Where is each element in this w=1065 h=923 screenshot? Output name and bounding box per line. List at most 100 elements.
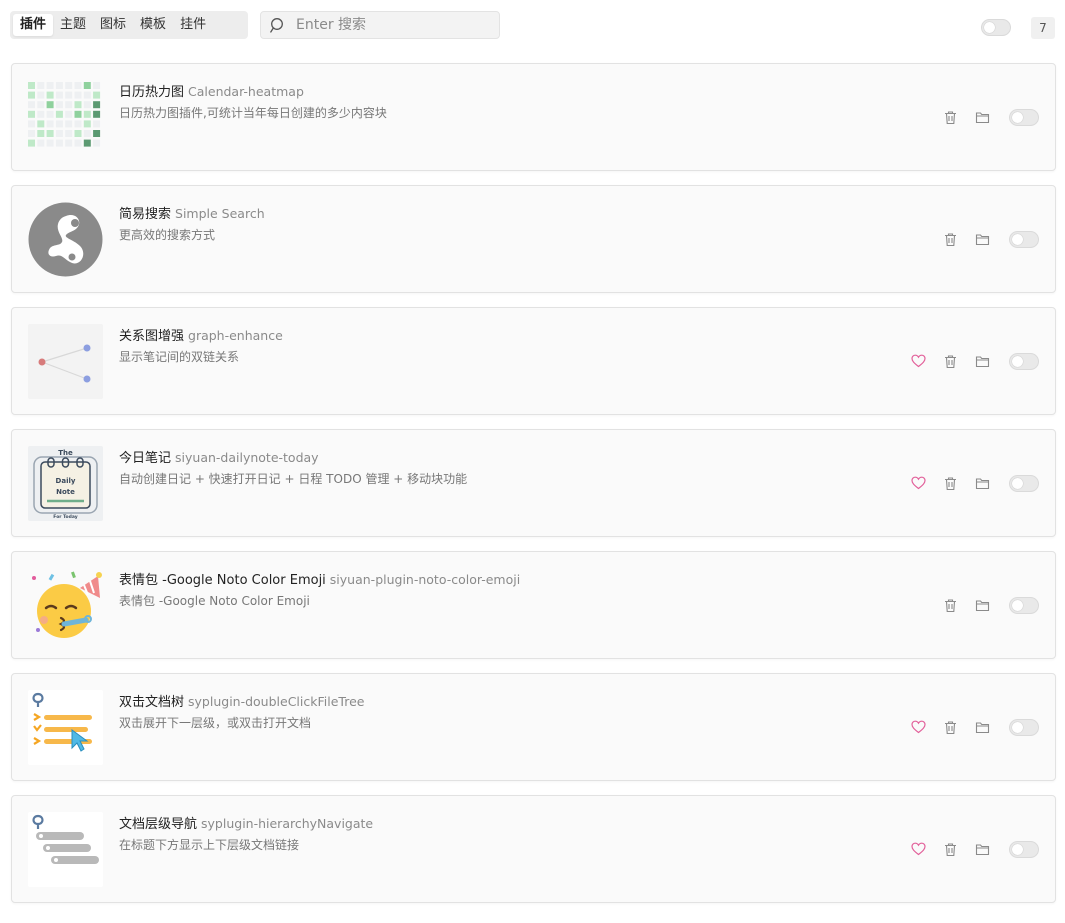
simple-search-logo	[28, 202, 103, 277]
search-box	[260, 11, 500, 39]
tab-widgets[interactable]: 挂件	[173, 14, 213, 36]
heart-icon	[910, 720, 926, 734]
trash-icon	[944, 476, 956, 490]
enable-all-toggle[interactable]	[981, 19, 1011, 36]
trash-icon	[944, 720, 956, 734]
plugin-count-badge: 7	[1031, 17, 1055, 39]
uninstall-button[interactable]	[941, 230, 959, 248]
open-folder-button[interactable]	[973, 718, 991, 736]
favorite-button[interactable]	[909, 718, 927, 736]
plugin-title: 今日笔记 siyuan-dailynote-today	[119, 447, 319, 466]
plugin-description: 双击展开下一层级，或双击打开文档	[119, 716, 312, 730]
trash-icon	[944, 232, 956, 246]
plugin-name: 表情包 -Google Noto Color Emoji	[119, 573, 326, 588]
favorite-button[interactable]	[909, 474, 927, 492]
tab-templates[interactable]: 模板	[133, 14, 173, 36]
svg-text:For Today: For Today	[53, 514, 77, 520]
favorite-button[interactable]	[909, 840, 927, 858]
plugin-actions	[927, 596, 1039, 614]
graph-icon	[28, 324, 103, 399]
open-folder-button[interactable]	[973, 230, 991, 248]
plugin-package: syplugin-doubleClickFileTree	[188, 694, 365, 709]
open-folder-button[interactable]	[973, 352, 991, 370]
uninstall-button[interactable]	[941, 474, 959, 492]
folder-icon	[975, 721, 989, 733]
uninstall-button[interactable]	[941, 352, 959, 370]
plugin-enable-toggle[interactable]	[1009, 474, 1039, 492]
plugin-card: 表情包 -Google Noto Color Emoji siyuan-plugi…	[11, 551, 1056, 659]
plugin-card: 关系图增强 graph-enhance 显示笔记间的双链关系	[11, 307, 1056, 415]
uninstall-button[interactable]	[941, 718, 959, 736]
hierarchy-nav-icon	[28, 812, 103, 887]
search-input[interactable]	[294, 16, 488, 34]
heatmap-icon	[28, 80, 103, 155]
trash-icon	[944, 598, 956, 612]
svg-text:The: The	[58, 449, 73, 457]
plugin-title: 表情包 -Google Noto Color Emoji siyuan-plugi…	[119, 569, 520, 588]
plugin-card: The Daily Note For Today 今日笔记 siyuan-dail…	[11, 429, 1056, 537]
plugin-actions	[895, 840, 1039, 858]
plugin-title: 日历热力图 Calendar-heatmap	[119, 81, 304, 100]
plugin-package: Calendar-heatmap	[188, 84, 304, 99]
plugin-enable-toggle[interactable]	[1009, 596, 1039, 614]
tab-icons[interactable]: 图标	[93, 14, 133, 36]
trash-icon	[944, 110, 956, 124]
plugin-package: syplugin-hierarchyNavigate	[201, 816, 374, 831]
folder-icon	[975, 233, 989, 245]
plugin-package: graph-enhance	[188, 328, 283, 343]
plugin-name: 双击文档树	[119, 695, 185, 710]
plugin-enable-toggle[interactable]	[1009, 352, 1039, 370]
trash-icon	[944, 842, 956, 856]
open-folder-button[interactable]	[973, 108, 991, 126]
folder-icon	[975, 477, 989, 489]
plugin-package: Simple Search	[175, 206, 265, 221]
plugin-description: 更高效的搜索方式	[119, 228, 216, 242]
plugin-package: siyuan-dailynote-today	[175, 450, 319, 465]
folder-icon	[975, 599, 989, 611]
folder-icon	[975, 111, 989, 123]
plugin-card: 文档层级导航 syplugin-hierarchyNavigate 在标题下方显示…	[11, 795, 1056, 903]
plugin-card: 简易搜索 Simple Search 更高效的搜索方式	[11, 185, 1056, 293]
plugin-title: 双击文档树 syplugin-doubleClickFileTree	[119, 691, 364, 710]
plugin-actions	[927, 230, 1039, 248]
plugin-description: 日历热力图插件,可统计当年每日创建的多少内容块	[119, 106, 387, 120]
uninstall-button[interactable]	[941, 840, 959, 858]
plugin-name: 今日笔记	[119, 451, 172, 466]
plugin-card: 双击文档树 syplugin-doubleClickFileTree 双击展开下一…	[11, 673, 1056, 781]
daily-note-icon: The Daily Note For Today	[28, 446, 103, 521]
double-click-tree-icon	[28, 690, 103, 765]
uninstall-button[interactable]	[941, 108, 959, 126]
favorite-button[interactable]	[909, 352, 927, 370]
plugin-name: 简易搜索	[119, 207, 172, 222]
plugin-card: 日历热力图 Calendar-heatmap 日历热力图插件,可统计当年每日创建的…	[11, 63, 1056, 171]
category-tabs: 插件 主题 图标 模板 挂件	[10, 11, 248, 39]
plugin-actions	[927, 108, 1039, 126]
plugin-enable-toggle[interactable]	[1009, 718, 1039, 736]
party-emoji-icon	[28, 568, 103, 643]
uninstall-button[interactable]	[941, 596, 959, 614]
plugin-name: 文档层级导航	[119, 817, 198, 832]
top-bar: 插件 主题 图标 模板 挂件 7	[0, 0, 1065, 54]
open-folder-button[interactable]	[973, 840, 991, 858]
folder-icon	[975, 355, 989, 367]
plugin-title: 简易搜索 Simple Search	[119, 203, 265, 222]
plugin-name: 日历热力图	[119, 85, 185, 100]
heart-icon	[910, 354, 926, 368]
plugin-enable-toggle[interactable]	[1009, 108, 1039, 126]
open-folder-button[interactable]	[973, 596, 991, 614]
open-folder-button[interactable]	[973, 474, 991, 492]
heart-icon	[910, 842, 926, 856]
plugin-list: 日历热力图 Calendar-heatmap 日历热力图插件,可统计当年每日创建的…	[11, 63, 1056, 903]
plugin-package: siyuan-plugin-noto-color-emoji	[329, 572, 521, 587]
plugin-enable-toggle[interactable]	[1009, 840, 1039, 858]
tab-plugins[interactable]: 插件	[13, 14, 54, 36]
tab-themes[interactable]: 主题	[53, 14, 93, 36]
plugin-description: 在标题下方显示上下层级文档链接	[119, 838, 300, 852]
heart-icon	[910, 476, 926, 490]
plugin-title: 关系图增强 graph-enhance	[119, 325, 283, 344]
plugin-title: 文档层级导航 syplugin-hierarchyNavigate	[119, 813, 373, 832]
plugin-enable-toggle[interactable]	[1009, 230, 1039, 248]
plugin-actions	[895, 718, 1039, 736]
plugin-description: 表情包 -Google Noto Color Emoji	[119, 594, 310, 608]
plugin-actions	[895, 474, 1039, 492]
